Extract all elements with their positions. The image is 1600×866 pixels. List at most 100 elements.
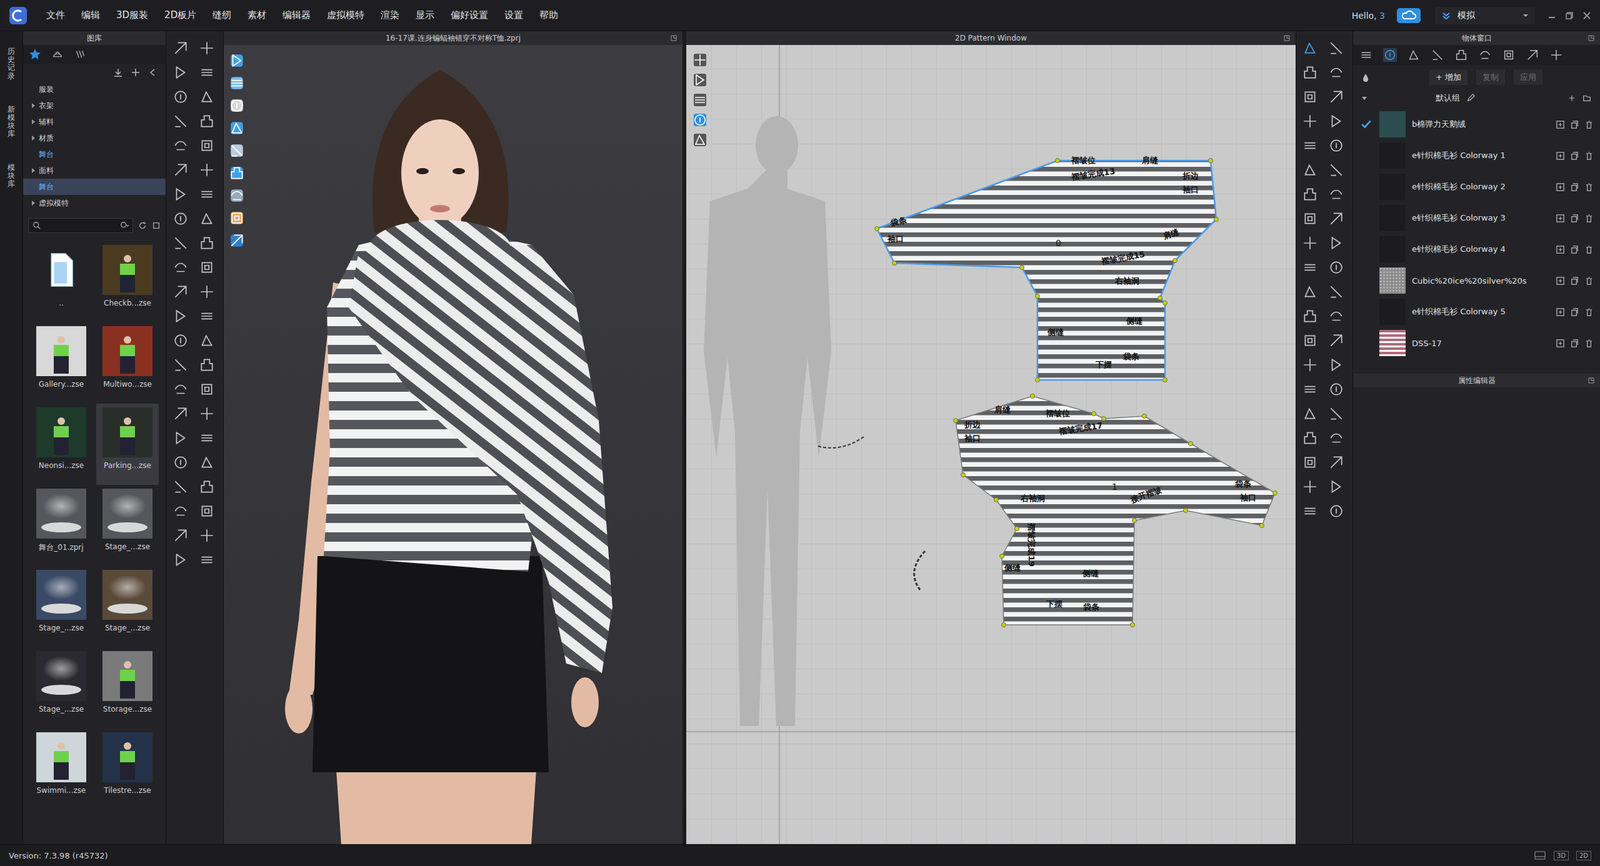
- tool-icon[interactable]: [172, 356, 189, 374]
- view-tool-icon[interactable]: [228, 120, 245, 137]
- tree-item[interactable]: 虚拟模特: [23, 195, 166, 212]
- delete-icon[interactable]: [1584, 182, 1594, 192]
- tool-icon[interactable]: [1301, 454, 1319, 471]
- tool-icon[interactable]: [198, 88, 215, 105]
- tool-icon[interactable]: [172, 235, 189, 252]
- tool-icon[interactable]: [1301, 503, 1319, 520]
- tool-icon[interactable]: [1301, 381, 1319, 398]
- object-tab-icon[interactable]: [1501, 48, 1516, 62]
- library-item[interactable]: Swimmi...zse: [30, 728, 93, 810]
- tool-icon[interactable]: [1328, 332, 1345, 349]
- close-icon[interactable]: [1582, 11, 1592, 20]
- menu-item[interactable]: 2D板片: [164, 9, 197, 22]
- tool-icon[interactable]: [1328, 88, 1345, 105]
- fabric-row[interactable]: e针织棉毛衫 Colorway 5: [1353, 296, 1600, 328]
- expand-arrow-icon[interactable]: [31, 103, 35, 109]
- tool-icon[interactable]: [172, 283, 189, 300]
- tool-icon[interactable]: [198, 551, 215, 569]
- tool-icon[interactable]: [1328, 186, 1345, 203]
- expand-arrow-icon[interactable]: [31, 200, 35, 206]
- tool-icon[interactable]: [198, 210, 215, 227]
- tool-icon[interactable]: [198, 308, 215, 325]
- add-icon[interactable]: [1555, 276, 1565, 286]
- menu-item[interactable]: 文件: [46, 9, 65, 22]
- library-item[interactable]: Neonsi...zse: [30, 403, 93, 485]
- delete-icon[interactable]: [1584, 338, 1594, 349]
- library-item[interactable]: Gallery...zse: [30, 322, 93, 404]
- fabric-row[interactable]: e针织棉毛衫 Colorway 3: [1353, 202, 1600, 234]
- tool-icon[interactable]: [1328, 405, 1345, 422]
- view-tool-icon[interactable]: [228, 97, 245, 114]
- view-tool-icon[interactable]: [228, 52, 245, 69]
- fabric-row[interactable]: DSS-17: [1353, 327, 1600, 359]
- action-button[interactable]: 应用: [1513, 70, 1543, 85]
- tool-icon[interactable]: [1301, 186, 1319, 203]
- tool-icon[interactable]: [198, 478, 215, 495]
- edit-icon[interactable]: [1466, 93, 1475, 103]
- tool-icon[interactable]: [172, 40, 189, 57]
- tool-icon[interactable]: [1328, 430, 1345, 447]
- minimize-icon[interactable]: [1547, 11, 1557, 20]
- tool-icon[interactable]: [198, 332, 215, 349]
- app-logo-icon[interactable]: [8, 6, 28, 25]
- tool-icon[interactable]: [1328, 308, 1345, 325]
- add-icon[interactable]: [1555, 245, 1565, 255]
- add-icon[interactable]: [1555, 307, 1565, 317]
- tool-icon[interactable]: [198, 113, 215, 130]
- tool-icon[interactable]: [1301, 430, 1319, 447]
- library-item[interactable]: 舞台_01.zprj: [30, 485, 93, 567]
- view-tool-icon[interactable]: [228, 232, 245, 249]
- tool-icon[interactable]: [1328, 381, 1345, 398]
- avatar-render[interactable]: [223, 45, 683, 845]
- tree-item[interactable]: 衣架: [23, 97, 166, 114]
- tool-icon[interactable]: [198, 381, 215, 398]
- copy-icon[interactable]: [1570, 307, 1580, 317]
- delete-icon[interactable]: [1584, 245, 1594, 255]
- expand-arrow-icon[interactable]: [31, 168, 35, 174]
- download-icon[interactable]: [113, 67, 124, 78]
- tool-icon[interactable]: [172, 551, 189, 569]
- copy-icon[interactable]: [1570, 245, 1580, 255]
- library-item[interactable]: Storage...zse: [96, 647, 159, 729]
- fabric-row[interactable]: Cubic%20ice%20silver%20s: [1353, 265, 1600, 297]
- view-tool-icon[interactable]: [692, 72, 708, 88]
- tool-icon[interactable]: [1301, 259, 1319, 276]
- collapse-arrow-icon[interactable]: [1361, 96, 1367, 100]
- back-icon[interactable]: [148, 67, 159, 78]
- tool-icon[interactable]: [1301, 235, 1319, 252]
- tool-icon[interactable]: [198, 527, 215, 544]
- drop-icon[interactable]: [1360, 72, 1371, 83]
- add-icon[interactable]: [1555, 338, 1565, 349]
- tool-icon[interactable]: [172, 210, 189, 227]
- pattern-canvas[interactable]: 0褶皱位褶皱完成13肩缝折边袖口袋条袖口肩缝褶皱完成15右袖洞侧缝侧缝下摆袋条1…: [686, 45, 1296, 845]
- tool-icon[interactable]: [172, 527, 189, 544]
- view-tool-icon[interactable]: [692, 112, 708, 128]
- menu-item[interactable]: 编辑: [81, 9, 100, 22]
- tool-icon[interactable]: [172, 503, 189, 520]
- view-tool-icon[interactable]: [228, 142, 245, 159]
- tool-icon[interactable]: [198, 503, 215, 520]
- object-tab-icon[interactable]: [1478, 48, 1492, 62]
- add-icon[interactable]: [1555, 120, 1565, 130]
- tool-icon[interactable]: [198, 405, 215, 422]
- tool-icon[interactable]: [172, 113, 189, 130]
- menu-item[interactable]: 编辑器: [282, 9, 311, 22]
- tool-icon[interactable]: [1301, 40, 1319, 57]
- tool-icon[interactable]: [1328, 64, 1345, 81]
- tool-icon[interactable]: [172, 332, 189, 349]
- undock-icon[interactable]: [1283, 34, 1291, 42]
- menu-item[interactable]: 素材: [247, 9, 267, 22]
- tool-icon[interactable]: [1328, 454, 1345, 471]
- tool-icon[interactable]: [198, 186, 215, 203]
- group-header[interactable]: 默认组: [1353, 90, 1600, 107]
- tool-icon[interactable]: [198, 283, 215, 300]
- object-tab-icon[interactable]: [1383, 48, 1397, 62]
- view-tool-icon[interactable]: [692, 132, 708, 148]
- menu-item[interactable]: 偏好设置: [450, 9, 489, 22]
- add-icon[interactable]: [1555, 213, 1565, 224]
- search-field[interactable]: [28, 218, 134, 234]
- library-item[interactable]: Parking...zse: [96, 403, 159, 485]
- add-icon[interactable]: [1567, 93, 1577, 103]
- tool-icon[interactable]: [1328, 503, 1345, 520]
- fabric-row[interactable]: e针织棉毛衫 Colorway 2: [1353, 171, 1600, 203]
